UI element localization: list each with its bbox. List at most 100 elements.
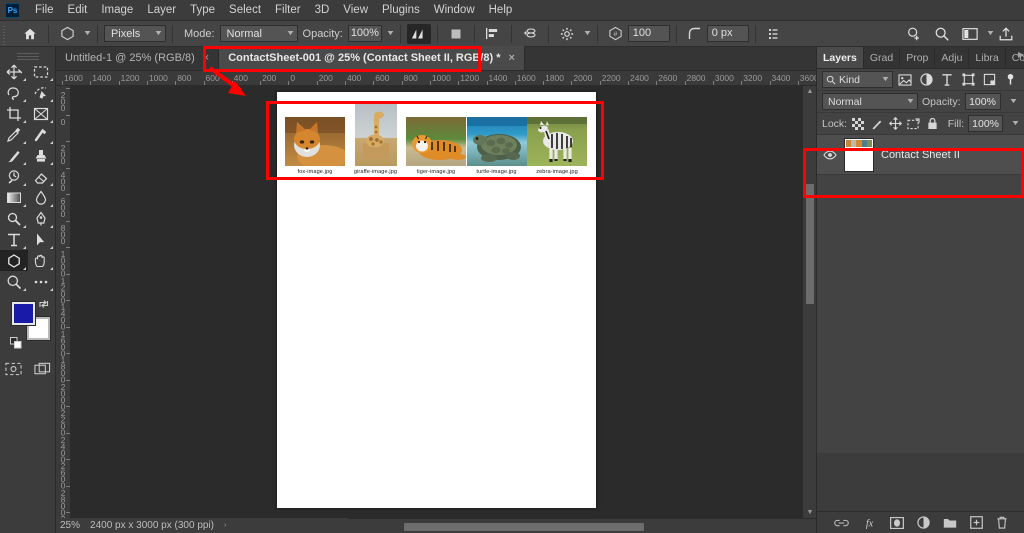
history-brush-tool[interactable] <box>0 166 28 187</box>
tools-panel-grip[interactable] <box>0 51 55 61</box>
layer-kind-filter[interactable]: Kind ▼ <box>822 71 893 88</box>
layer-opacity-input[interactable]: 100% <box>965 93 1001 110</box>
opacity-input[interactable]: 100% <box>348 25 382 42</box>
document-tab-1[interactable]: Untitled-1 @ 25% (RGB/8)× <box>56 46 219 70</box>
path-alignment-icon[interactable] <box>481 24 505 44</box>
polygon-sides-input[interactable]: 100 <box>628 25 670 42</box>
blur-tool[interactable] <box>28 187 56 208</box>
workspace-switcher-icon[interactable] <box>958 24 982 44</box>
contact-sheet-cell[interactable]: tiger-image.jpg <box>406 103 466 175</box>
new-group-icon[interactable] <box>943 517 957 529</box>
filter-pixel-icon[interactable] <box>897 71 914 88</box>
corner-radius-input[interactable]: 0 px <box>707 25 749 42</box>
contact-sheet-cell[interactable]: turtle-image.jpg <box>467 103 527 175</box>
document-tab-2[interactable]: ContactSheet-001 @ 25% (Contact Sheet II… <box>219 46 525 70</box>
object-selection-tool[interactable] <box>28 82 56 103</box>
share-icon[interactable] <box>994 24 1018 44</box>
new-layer-icon[interactable] <box>970 516 983 529</box>
frame-tool[interactable] <box>28 103 56 124</box>
workspace-caret-icon[interactable]: ▼ <box>986 30 996 37</box>
close-icon[interactable]: × <box>203 52 209 64</box>
opacity-caret-icon[interactable]: ▼ <box>385 30 395 37</box>
vertical-ruler[interactable]: 2000200400600800100012001400160018002000… <box>56 86 71 518</box>
menu-item-plugins[interactable]: Plugins <box>375 0 427 21</box>
lock-artboard-icon[interactable] <box>907 116 922 132</box>
menu-item-layer[interactable]: Layer <box>140 0 183 21</box>
cloud-documents-icon[interactable] <box>902 24 926 44</box>
lock-position-icon[interactable] <box>888 116 903 132</box>
new-adjustment-layer-icon[interactable] <box>917 516 930 529</box>
scroll-up-arrow-icon[interactable]: ▲ <box>803 88 817 95</box>
horizontal-scrollbar-thumb[interactable] <box>404 523 644 531</box>
eye-icon[interactable] <box>823 150 837 160</box>
menu-item-file[interactable]: File <box>28 0 61 21</box>
shape-tool[interactable] <box>0 250 28 271</box>
menu-item-view[interactable]: View <box>336 0 375 21</box>
menu-item-type[interactable]: Type <box>183 0 222 21</box>
lock-transparency-icon[interactable] <box>851 116 866 132</box>
menu-item-select[interactable]: Select <box>222 0 268 21</box>
gear-icon[interactable] <box>555 24 579 44</box>
path-selection-tool[interactable] <box>28 229 56 250</box>
pen-tool[interactable] <box>28 208 56 229</box>
gear-caret-icon[interactable]: ▼ <box>582 30 592 37</box>
fill-square-icon[interactable] <box>444 24 468 44</box>
edit-toolbar-tool[interactable] <box>28 271 56 292</box>
menu-item-edit[interactable]: Edit <box>61 0 95 21</box>
layer-blend-mode-select[interactable]: Normal ▼ <box>822 93 918 110</box>
panel-tab-prop[interactable]: Prop <box>900 47 935 68</box>
clone-stamp-tool[interactable] <box>28 145 56 166</box>
filter-type-icon[interactable] <box>939 71 956 88</box>
menu-item-window[interactable]: Window <box>427 0 482 21</box>
zoom-level[interactable]: 25% <box>60 520 80 531</box>
layer-list[interactable]: Contact Sheet II <box>817 135 1024 453</box>
lock-image-icon[interactable] <box>870 116 885 132</box>
filter-toggle-icon[interactable] <box>1002 71 1019 88</box>
marquee-tool[interactable] <box>28 61 56 82</box>
screen-mode-icon[interactable] <box>34 362 51 376</box>
shape-preset-caret[interactable]: ▼ <box>83 30 93 37</box>
contact-sheet-cell[interactable]: fox-image.jpg <box>285 103 345 175</box>
menu-item-filter[interactable]: Filter <box>268 0 308 21</box>
airbrush-icon[interactable] <box>407 24 431 44</box>
path-operations-icon[interactable] <box>518 24 542 44</box>
tool-mode-select[interactable]: Pixels ▼ <box>104 25 166 42</box>
contact-sheet-document[interactable]: fox-image.jpggiraffe-image.jpgtiger-imag… <box>277 92 596 508</box>
menu-item-3d[interactable]: 3D <box>308 0 337 21</box>
eyedropper-tool[interactable] <box>0 124 28 145</box>
scroll-down-arrow-icon[interactable]: ▼ <box>803 509 817 516</box>
options-bar-grip[interactable] <box>0 21 8 47</box>
default-colors-icon[interactable] <box>10 337 22 352</box>
status-bar-caret-icon[interactable]: › <box>224 522 226 529</box>
close-icon[interactable]: × <box>509 52 515 64</box>
panel-tab-layers[interactable]: Layers <box>817 47 864 68</box>
canvas-area[interactable]: fox-image.jpggiraffe-image.jpgtiger-imag… <box>71 86 802 518</box>
delete-layer-icon[interactable] <box>996 516 1008 529</box>
swap-colors-icon[interactable] <box>38 298 50 313</box>
collapse-panels-icon[interactable]: ▶▶ <box>1018 50 1024 59</box>
contact-sheet-cell[interactable]: zebra-image.jpg <box>527 103 587 175</box>
contact-sheet-cell[interactable]: giraffe-image.jpg <box>346 103 406 175</box>
lasso-tool[interactable] <box>0 82 28 103</box>
layer-fill-input[interactable]: 100% <box>968 115 1003 132</box>
panel-tab-grad[interactable]: Grad <box>864 47 900 68</box>
link-layers-icon[interactable] <box>834 518 849 528</box>
extra-options-icon[interactable] <box>762 24 786 44</box>
panel-tab-libra[interactable]: Libra <box>969 47 1005 68</box>
blend-mode-select[interactable]: Normal ▼ <box>220 25 298 42</box>
layer-opacity-caret-icon[interactable]: ▼ <box>1008 98 1018 105</box>
brush-tool[interactable] <box>0 145 28 166</box>
layer-fill-caret-icon[interactable]: ▼ <box>1011 120 1021 127</box>
crop-tool[interactable] <box>0 103 28 124</box>
menu-item-help[interactable]: Help <box>482 0 520 21</box>
filter-smartobject-icon[interactable] <box>981 71 998 88</box>
dodge-tool[interactable] <box>0 208 28 229</box>
vertical-scrollbar-thumb[interactable] <box>806 184 814 304</box>
eraser-tool[interactable] <box>28 166 56 187</box>
home-icon[interactable] <box>18 24 42 44</box>
spot-healing-tool[interactable] <box>28 124 56 145</box>
search-icon[interactable] <box>930 24 954 44</box>
polygon-shape-icon[interactable] <box>55 24 79 44</box>
foreground-color-swatch[interactable] <box>12 302 35 325</box>
add-layer-mask-icon[interactable] <box>890 517 904 529</box>
